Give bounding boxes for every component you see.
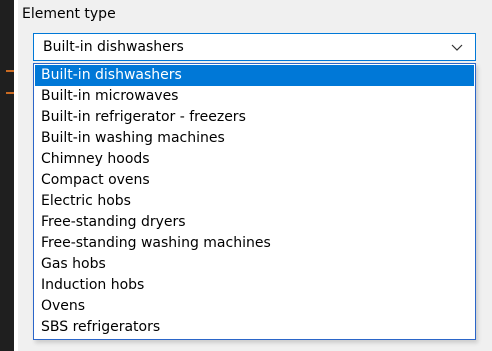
dropdown-option[interactable]: Ovens: [35, 296, 474, 317]
dropdown-option[interactable]: Built-in refrigerator - freezers: [35, 107, 474, 128]
dropdown-option[interactable]: Electric hobs: [35, 191, 474, 212]
element-type-label: Element type: [22, 6, 116, 22]
dropdown-option[interactable]: Induction hobs: [35, 275, 474, 296]
dropdown-option[interactable]: Built-in washing machines: [35, 128, 474, 149]
element-type-select[interactable]: Built-in dishwashers: [33, 33, 476, 61]
dropdown-option[interactable]: Free-standing dryers: [35, 212, 474, 233]
edge-marker: [6, 92, 14, 94]
dropdown-option[interactable]: SBS refrigerators: [35, 317, 474, 338]
element-type-dropdown-list: Built-in dishwashers Built-in microwaves…: [33, 63, 476, 340]
dropdown-option[interactable]: Compact ovens: [35, 170, 474, 191]
edge-marker: [6, 70, 14, 72]
chevron-down-icon[interactable]: [451, 41, 463, 53]
dropdown-option[interactable]: Built-in dishwashers: [35, 65, 474, 86]
dropdown-option[interactable]: Built-in microwaves: [35, 86, 474, 107]
window-edge: [0, 0, 14, 351]
select-current-value: Built-in dishwashers: [43, 39, 184, 55]
dropdown-option[interactable]: Chimney hoods: [35, 149, 474, 170]
dropdown-option[interactable]: Free-standing washing machines: [35, 233, 474, 254]
dropdown-option[interactable]: Gas hobs: [35, 254, 474, 275]
